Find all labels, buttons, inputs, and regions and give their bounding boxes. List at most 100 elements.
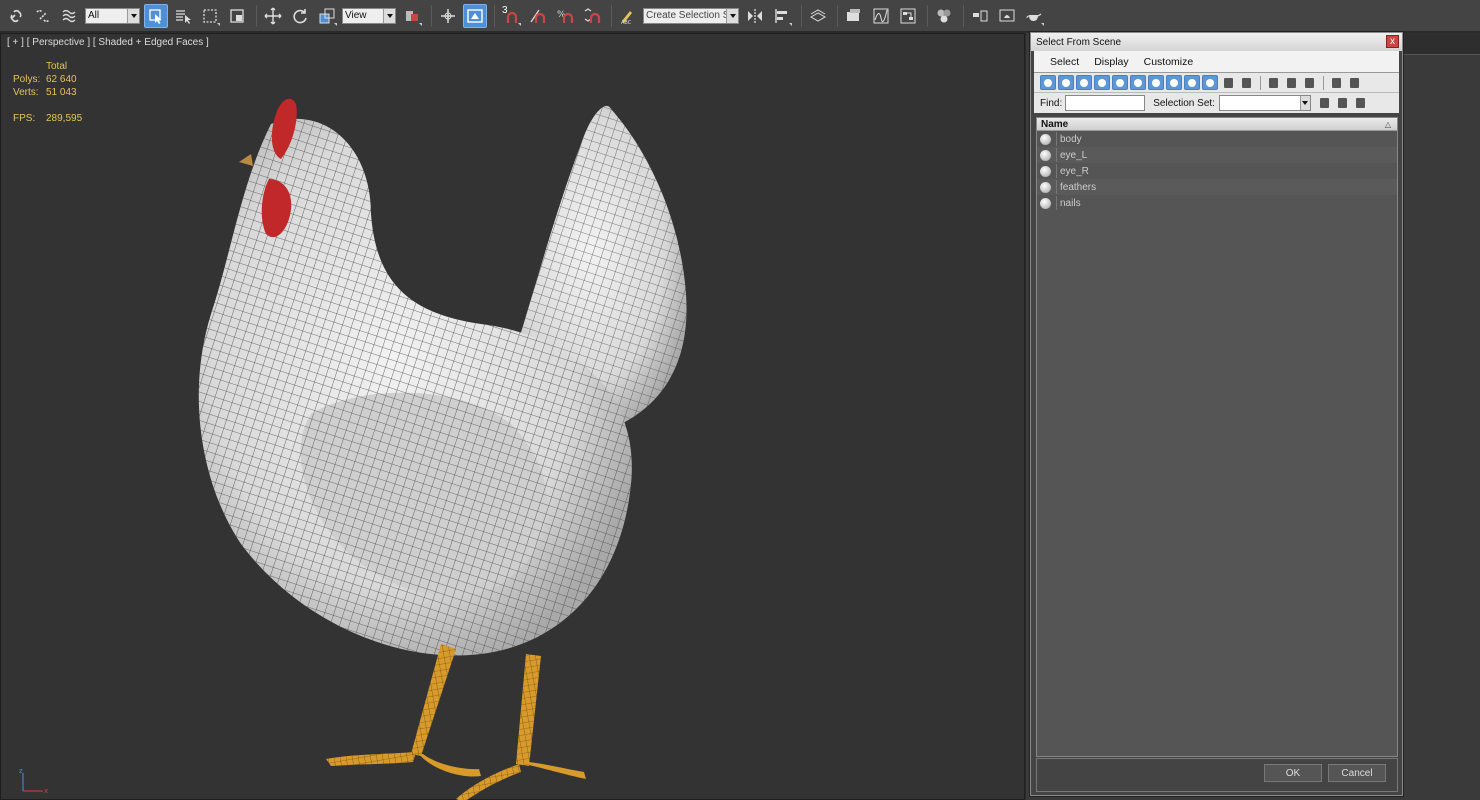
dialog-title-bar[interactable]: Select From Scene x: [1031, 33, 1402, 51]
create-selection-set-icon[interactable]: [1317, 96, 1333, 111]
selection-filter-dropdown[interactable]: All: [85, 7, 140, 24]
cancel-button[interactable]: Cancel: [1328, 764, 1386, 782]
display-cameras-icon[interactable]: [1094, 75, 1110, 90]
chevron-down-icon: [127, 8, 139, 23]
filter-icon[interactable]: [1328, 75, 1344, 90]
command-panel-strip: [1396, 33, 1480, 55]
display-hidden-icon[interactable]: [1238, 75, 1254, 90]
select-manipulate-icon[interactable]: [436, 4, 460, 28]
toolbar-separator: [837, 4, 838, 27]
keyboard-shortcut-override-icon[interactable]: [463, 3, 487, 28]
curve-editor-icon[interactable]: [869, 4, 893, 28]
spinner-snap-icon[interactable]: [580, 4, 604, 28]
display-groups-icon[interactable]: [1148, 75, 1164, 90]
rect-region-icon[interactable]: [198, 4, 222, 28]
display-frozen-icon[interactable]: [1220, 75, 1236, 90]
filter-options-icon[interactable]: [1346, 75, 1362, 90]
select-invert-icon[interactable]: [1301, 75, 1317, 90]
pivot-icon[interactable]: [400, 4, 424, 28]
percent-snap-icon[interactable]: %: [553, 4, 577, 28]
select-all-icon[interactable]: [1265, 75, 1281, 90]
select-by-name-icon[interactable]: [171, 4, 195, 28]
flyout-indicator: [419, 22, 422, 26]
flyout-indicator: [518, 22, 521, 26]
material-editor-icon[interactable]: [932, 4, 956, 28]
select-none-icon[interactable]: [1283, 75, 1299, 90]
named-selection-placeholder: Create Selection Se: [646, 10, 735, 21]
toolbar-separator: [801, 4, 802, 27]
chevron-down-icon: [1299, 96, 1310, 110]
render-teapot-icon[interactable]: [1022, 4, 1046, 28]
axis-z-label: z: [19, 767, 23, 775]
chicken-model[interactable]: [181, 64, 701, 800]
rotate-icon[interactable]: [288, 4, 312, 28]
rendered-frame-icon[interactable]: [995, 4, 1019, 28]
add-to-selection-set-icon[interactable]: [1335, 96, 1351, 111]
display-geometry-icon[interactable]: [1040, 75, 1056, 90]
window-crossing-icon[interactable]: [225, 4, 249, 28]
schematic-view-icon[interactable]: [896, 4, 920, 28]
find-row: Find: Selection Set:: [1034, 93, 1399, 113]
flyout-indicator: [334, 22, 337, 26]
display-shapes-icon[interactable]: [1058, 75, 1074, 90]
display-xrefs-icon[interactable]: [1166, 75, 1182, 90]
list-item[interactable]: eye_R: [1037, 163, 1397, 179]
named-selection-set-dropdown[interactable]: Create Selection Se: [643, 7, 739, 24]
svg-text:ABC: ABC: [621, 20, 632, 25]
display-containers-icon[interactable]: [1202, 75, 1218, 90]
find-input[interactable]: [1065, 95, 1146, 111]
display-bones-icon[interactable]: [1184, 75, 1200, 90]
stats-polys-value: 62 640: [46, 74, 77, 85]
select-from-scene-dialog: Select From Scene x Select Display Custo…: [1030, 32, 1403, 796]
geometry-object-icon: [1040, 149, 1051, 161]
dialog-menubar: Select Display Customize: [1034, 51, 1399, 73]
display-lights-icon[interactable]: [1076, 75, 1092, 90]
snaps-toggle-icon[interactable]: 3: [499, 4, 523, 28]
bind-spacewarp-icon[interactable]: [58, 4, 82, 28]
toolbar-separator: [927, 4, 928, 27]
render-setup-icon[interactable]: [968, 4, 992, 28]
scene-explorer-icon[interactable]: [842, 4, 866, 28]
list-item-label: feathers: [1060, 181, 1097, 193]
list-header-name[interactable]: Name △: [1037, 118, 1397, 131]
selection-filter-value: All: [88, 10, 100, 21]
stats-verts-label: Verts:: [13, 87, 39, 98]
select-object-icon[interactable]: [144, 3, 168, 28]
link-icon[interactable]: [4, 4, 28, 28]
flyout-indicator: [217, 22, 220, 26]
menu-display[interactable]: Display: [1094, 56, 1128, 68]
selection-set-dropdown[interactable]: [1218, 95, 1311, 111]
menu-select[interactable]: Select: [1050, 56, 1079, 68]
chevron-down-icon: [726, 8, 738, 23]
perspective-viewport[interactable]: [ + ] [ Perspective ] [ Shaded + Edged F…: [0, 33, 1025, 800]
scale-icon[interactable]: [315, 4, 339, 28]
angle-snap-icon[interactable]: [526, 4, 550, 28]
mirror-icon[interactable]: [743, 4, 767, 28]
list-item[interactable]: body: [1037, 131, 1397, 147]
display-helpers-icon[interactable]: [1112, 75, 1128, 90]
menu-customize[interactable]: Customize: [1144, 56, 1194, 68]
geometry-object-icon: [1040, 165, 1051, 177]
move-icon[interactable]: [261, 4, 285, 28]
stats-verts-value: 51 043: [46, 87, 77, 98]
ok-button[interactable]: OK: [1264, 764, 1322, 782]
display-spacewarps-icon[interactable]: [1130, 75, 1146, 90]
remove-from-selection-set-icon[interactable]: [1353, 96, 1369, 111]
list-header-label: Name: [1041, 118, 1069, 130]
stats-fps-label: FPS:: [13, 113, 36, 124]
snap-mode-number: 3: [502, 4, 508, 16]
selection-set-label: Selection Set:: [1153, 97, 1215, 109]
geometry-object-icon: [1040, 197, 1051, 209]
edit-named-sel-icon[interactable]: ABC: [616, 4, 640, 28]
axis-gizmo: z x: [19, 767, 48, 795]
layer-manager-icon[interactable]: [806, 4, 830, 28]
toolbar-separator: [256, 4, 257, 27]
list-item[interactable]: feathers: [1037, 179, 1397, 195]
list-item[interactable]: nails: [1037, 195, 1397, 211]
unlink-icon[interactable]: [31, 4, 55, 28]
viewport-label[interactable]: [ + ] [ Perspective ] [ Shaded + Edged F…: [7, 37, 209, 48]
align-icon[interactable]: [770, 4, 794, 28]
list-item[interactable]: eye_L: [1037, 147, 1397, 163]
reference-coordinate-dropdown[interactable]: View: [342, 7, 396, 24]
close-icon[interactable]: x: [1386, 35, 1399, 48]
